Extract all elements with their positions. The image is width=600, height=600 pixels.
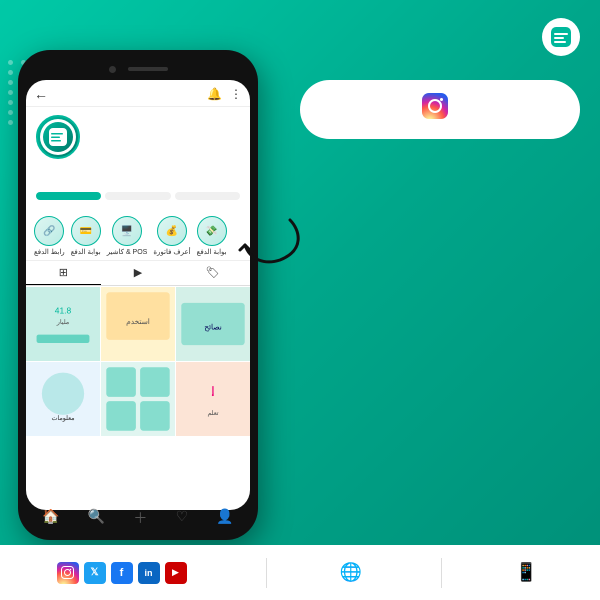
ig-highlight-5[interactable]: 💸 بوابة الدفع: [197, 216, 227, 256]
instagram-badge[interactable]: [300, 80, 580, 139]
ig-back-arrow[interactable]: ←: [34, 86, 48, 102]
phone-camera: [109, 66, 116, 73]
ig-grid-item-1[interactable]: 41.8 مليار: [26, 287, 100, 361]
footer-website: 🌐: [340, 562, 368, 583]
footer-twitter-icon[interactable]: 𝕏: [84, 562, 106, 584]
ig-more-icon[interactable]: ⋮: [230, 87, 242, 101]
phone-nav-profile[interactable]: 👤: [216, 508, 233, 528]
ig-highlights: 🔗 رابط الدفع 💳 بوابة الدفع 🖥️ كاشير & PO…: [26, 212, 250, 261]
ig-bio: [36, 165, 240, 187]
ig-highlight-3[interactable]: 🖥️ كاشير & POS: [107, 216, 148, 256]
ig-highlight-circle-5: 💸: [197, 216, 227, 246]
ig-grid-item-5[interactable]: [101, 362, 175, 436]
svg-text:41.8: 41.8: [55, 306, 72, 316]
ig-header-icons: 🔔 ⋮: [207, 87, 242, 101]
right-content: [300, 60, 580, 139]
phone-bottom-nav: 🏠 🔍 ＋ ♡ 👤: [18, 508, 258, 528]
footer-divider-1: [266, 558, 267, 588]
ig-tab-reels[interactable]: ▶: [101, 261, 176, 285]
phone-nav-home[interactable]: 🏠: [42, 508, 59, 528]
ig-highlight-circle-4: 💰: [157, 216, 187, 246]
footer-social-icons: 𝕏 f in ▶: [57, 562, 187, 584]
footer-youtube-icon[interactable]: ▶: [165, 562, 187, 584]
arrow-decoration: [230, 200, 310, 280]
phone-nav-heart[interactable]: ♡: [176, 508, 189, 528]
ig-highlight-2[interactable]: 💳 بوابة الدفع: [71, 216, 101, 256]
ig-highlight-circle-2: 💳: [71, 216, 101, 246]
ig-grid-item-4[interactable]: معلومات: [26, 362, 100, 436]
svg-text:نصائح: نصائح: [204, 323, 222, 332]
ig-notification-icon[interactable]: 🔔: [207, 87, 222, 101]
footer-whatsapp-icon: 📱: [515, 562, 537, 583]
ig-avatar: [36, 115, 80, 159]
brand-header: [534, 18, 580, 56]
footer-social: 𝕏 f in ▶: [57, 562, 193, 584]
ig-grid-item-2[interactable]: استخدم: [101, 287, 175, 361]
phone-screen: ← 🔔 ⋮: [26, 80, 250, 510]
ig-highlight-1[interactable]: 🔗 رابط الدفع: [34, 216, 65, 256]
ig-highlight-circle-1: 🔗: [34, 216, 64, 246]
phone-nav-add[interactable]: ＋: [133, 508, 147, 528]
ig-avatar-logo: [43, 122, 73, 152]
ig-highlight-circle-3: 🖥️: [112, 216, 142, 246]
svg-text:إ: إ: [212, 386, 215, 397]
ig-action-buttons: [36, 192, 240, 200]
phone-speaker: [128, 67, 168, 71]
ig-grid-item-3[interactable]: نصائح: [176, 287, 250, 361]
ig-tabs: ⊞ ▶ 🏷: [26, 261, 250, 286]
ig-highlight-label-2: بوابة الدفع: [71, 248, 101, 256]
brand-logo: [542, 18, 580, 56]
ig-grid-item-6[interactable]: إ تعلم: [176, 362, 250, 436]
ig-message-button[interactable]: [105, 192, 170, 200]
ig-header: ← 🔔 ⋮: [26, 80, 250, 107]
svg-text:استخدم: استخدم: [126, 317, 150, 326]
ig-tab-grid[interactable]: ⊞: [26, 261, 101, 285]
svg-text:معلومات: معلومات: [51, 416, 74, 423]
footer-linkedin-icon[interactable]: in: [138, 562, 160, 584]
footer-facebook-icon[interactable]: f: [111, 562, 133, 584]
phone-nav-search[interactable]: 🔍: [88, 508, 105, 528]
ig-photo-grid: 41.8 مليار استخدم ن: [26, 287, 250, 436]
ig-highlight-label-1: رابط الدفع: [34, 248, 65, 256]
phone-notch: [26, 60, 250, 78]
footer-instagram-icon[interactable]: [57, 562, 79, 584]
instagram-icon: [421, 92, 449, 127]
ig-highlight-label-3: كاشير & POS: [107, 248, 148, 256]
ig-profile-top: [36, 115, 240, 159]
phone-mockup: ← 🔔 ⋮: [18, 50, 258, 540]
footer-phone: 📱: [515, 562, 543, 583]
ig-highlight-label-4: أعرف فاتورة: [153, 248, 190, 256]
svg-text:مليار: مليار: [56, 319, 69, 326]
ig-follow-button[interactable]: [36, 192, 101, 200]
ig-highlight-4[interactable]: 💰 أعرف فاتورة: [153, 216, 190, 256]
svg-text:تعلم: تعلم: [207, 410, 218, 417]
ig-highlight-label-5: بوابة الدفع: [197, 248, 227, 256]
footer-divider-2: [441, 558, 442, 588]
footer-globe-icon: 🌐: [340, 562, 362, 583]
ig-profile-section: [26, 107, 250, 212]
footer: 𝕏 f in ▶ 🌐 📱: [0, 545, 600, 600]
